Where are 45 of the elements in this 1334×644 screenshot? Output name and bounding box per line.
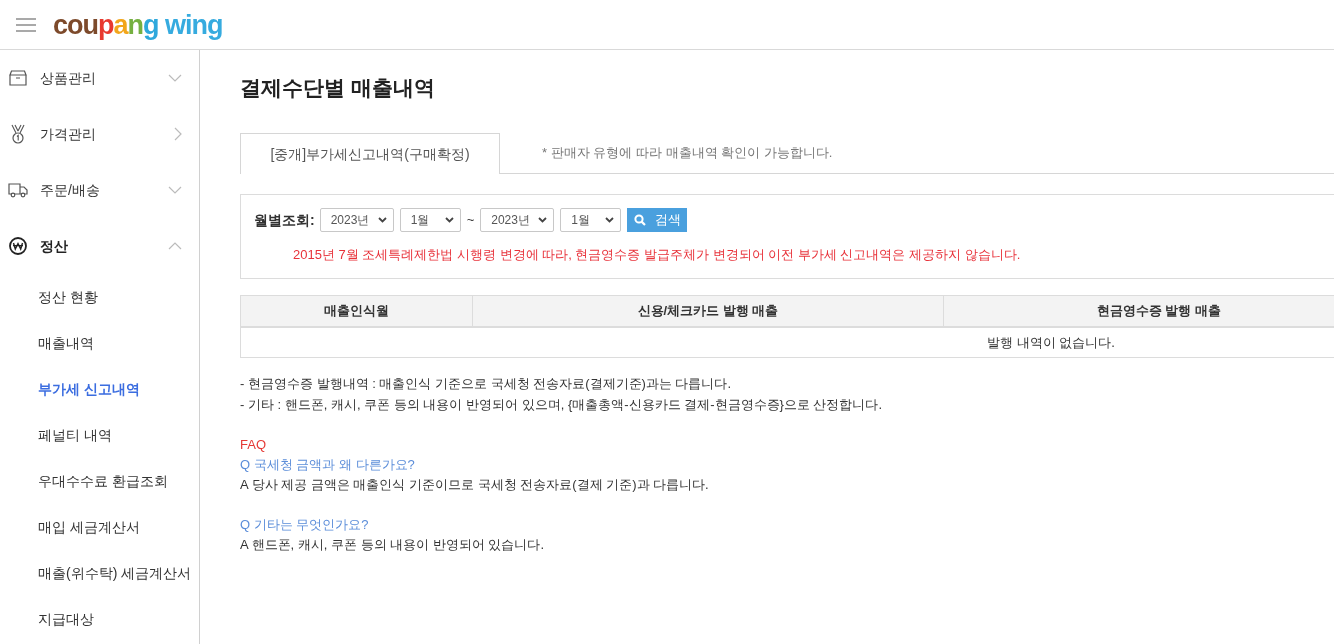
sidebar-menu-item[interactable]: 가격관리 bbox=[40, 123, 96, 145]
sidebar-menu-item[interactable]: 상품관리 bbox=[40, 67, 96, 89]
range-separator: ~ bbox=[466, 211, 475, 230]
faq-answer: A 핸드폰, 캐시, 쿠폰 등의 내용이 반영되어 있습니다. bbox=[240, 536, 545, 554]
chevron-down-icon bbox=[538, 217, 548, 223]
logo[interactable]: coupang wing bbox=[53, 9, 223, 40]
year-select[interactable]: 2023년 bbox=[319, 208, 394, 232]
faq-question: Q 기타는 무엇인가요? bbox=[240, 516, 369, 534]
faq-question: Q 국세청 금액과 왜 다른가요? bbox=[240, 456, 415, 474]
note-text: - 현금영수증 발행내역 : 매출인식 기준으로 국세청 전송자료(결제기준)과는 다릅니다. bbox=[240, 375, 732, 393]
month-select[interactable]: 1월 bbox=[560, 208, 622, 232]
chevron-down-icon bbox=[605, 217, 615, 223]
sidebar-submenu-item[interactable]: 정산 현황 bbox=[38, 286, 98, 308]
chevron-down-icon bbox=[444, 217, 454, 223]
sidebar-menu-item[interactable]: 주문/배송 bbox=[40, 179, 100, 201]
faq-answer: A 당사 제공 금액은 매출인식 기준이므로 국세청 전송자료(결제 기준)과 다릅니다. bbox=[240, 476, 709, 494]
medal-icon bbox=[10, 124, 26, 144]
empty-message: 발행 내역이 없습니다. bbox=[987, 333, 1115, 352]
sidebar-submenu-item[interactable]: 매출(위수탁) 세금계산서 bbox=[38, 562, 192, 584]
note-text: - 기타 : 핸드폰, 캐시, 쿠폰 등의 내용이 반영되어 있으며, {매출총액-신용카드 결제-현금영수증}으로 산정합니다. bbox=[240, 396, 883, 414]
page-title: 결제수단별 매출내역 bbox=[240, 75, 435, 101]
sidebar-submenu-item[interactable]: 부가세 신고내역 bbox=[38, 378, 140, 400]
sidebar-submenu-item[interactable]: 우대수수료 환급조회 bbox=[38, 470, 168, 492]
column-header: 현금영수증 발행 매출 bbox=[1096, 302, 1222, 321]
sidebar-submenu-item[interactable]: 매출내역 bbox=[38, 332, 94, 354]
faq-heading: FAQ bbox=[240, 436, 266, 454]
chevron-down-icon bbox=[377, 217, 387, 223]
box-icon bbox=[9, 70, 27, 86]
truck-icon bbox=[8, 182, 28, 198]
tab[interactable]: [중개]부가세신고내역(구매확정) bbox=[240, 133, 500, 174]
filter-label: 월별조회: bbox=[254, 210, 315, 230]
notice-text: 2015년 7월 조세특례제한법 시행령 변경에 따라, 현금영수증 발급주체가 변경되어 이전 부가세 신고내역은 제공하지 않습니다. bbox=[293, 246, 1021, 264]
won-coin-icon bbox=[9, 237, 27, 255]
sidebar-submenu-item[interactable]: 지급대상 bbox=[38, 608, 94, 630]
column-header: 신용/체크카드 발행 매출 bbox=[637, 302, 779, 321]
column-header: 매출인식월 bbox=[324, 302, 389, 321]
month-select[interactable]: 1월 bbox=[399, 208, 461, 232]
tab-note: * 판매자 유형에 따라 매출내역 확인이 가능합니다. bbox=[542, 144, 833, 163]
search-icon bbox=[633, 214, 646, 226]
menu-icon[interactable] bbox=[16, 17, 36, 32]
sidebar-submenu-item[interactable]: 매입 세금계산서 bbox=[38, 516, 140, 538]
sidebar-submenu-item[interactable]: 페널티 내역 bbox=[38, 424, 112, 446]
chevron-right-icon bbox=[174, 127, 182, 141]
sidebar-menu-item[interactable]: 정산 bbox=[40, 235, 68, 257]
year-select[interactable]: 2023년 bbox=[480, 208, 555, 232]
